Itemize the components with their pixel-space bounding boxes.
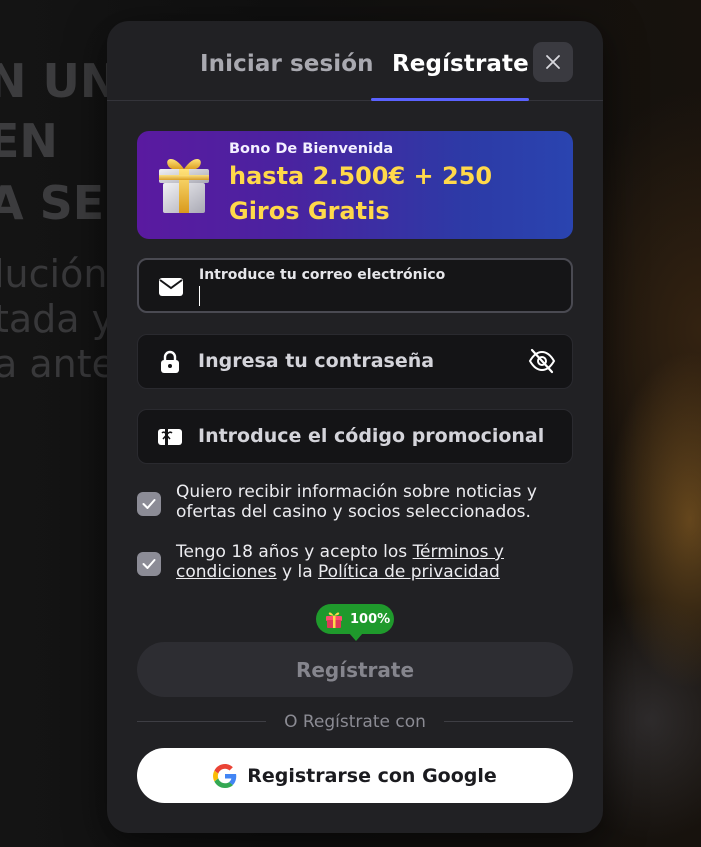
terms-middle: y la: [276, 562, 319, 582]
google-signup-button[interactable]: Registrarse con Google: [137, 748, 573, 803]
email-field-label: Introduce tu correo electrónico: [199, 267, 446, 283]
welcome-bonus-banner: Bono De Bienvenida hasta 2.500€ + 250 Gi…: [137, 131, 573, 239]
checkmark-icon: [142, 499, 156, 509]
register-modal: Iniciar sesión Regístrate Bono De Bienve…: [107, 21, 603, 833]
text-cursor: [199, 286, 200, 306]
background-subtext-line: a ante: [0, 342, 116, 386]
active-tab-indicator: [371, 98, 529, 101]
gift-icon: [159, 158, 209, 213]
close-button[interactable]: [533, 42, 573, 82]
consent-terms-text: Tengo 18 años y acepto los Términos y co…: [176, 542, 571, 582]
gift-icon: [326, 612, 342, 628]
lock-icon: [156, 349, 184, 375]
toggle-password-visibility[interactable]: [528, 348, 556, 378]
promo-code-placeholder: Introduce el código promocional: [198, 425, 545, 447]
consent-news-checkbox[interactable]: [137, 492, 161, 516]
terms-prefix: Tengo 18 años y acepto los: [176, 542, 413, 562]
close-icon: [546, 55, 560, 69]
gift-card-icon: [156, 424, 184, 450]
bonus-small-label: Bono De Bienvenida: [229, 141, 394, 157]
tab-register[interactable]: Regístrate: [392, 51, 529, 77]
eye-slash-icon: [528, 348, 556, 374]
consent-news-text: Quiero recibir información sobre noticia…: [176, 482, 537, 522]
consent-terms-checkbox[interactable]: [137, 552, 161, 576]
promo-code-field[interactable]: Introduce el código promocional: [137, 409, 573, 464]
register-submit-button[interactable]: Regístrate: [137, 642, 573, 697]
privacy-link[interactable]: Política de privacidad: [318, 562, 500, 582]
bonus-progress-badge: 100%: [316, 604, 394, 641]
password-placeholder: Ingresa tu contraseña: [198, 350, 435, 372]
background-headline-line: N UN: [0, 54, 119, 108]
background-headline-line: EN: [0, 114, 58, 168]
background-headline-line: A SE: [0, 176, 105, 230]
password-field[interactable]: Ingresa tu contraseña: [137, 334, 573, 389]
envelope-icon: [157, 274, 185, 300]
progress-value: 100%: [350, 611, 391, 627]
checkmark-icon: [142, 559, 156, 569]
email-field[interactable]: Introduce tu correo electrónico: [137, 258, 573, 313]
bonus-main-text: hasta 2.500€ + 250 Giros Gratis: [229, 162, 493, 225]
auth-tabs: Iniciar sesión Regístrate: [107, 21, 603, 101]
divider-text: O Regístrate con: [284, 712, 426, 732]
google-icon: [213, 763, 237, 788]
tab-login[interactable]: Iniciar sesión: [200, 51, 374, 77]
background-subtext-line: lución: [0, 252, 108, 296]
background-subtext-line: tada y: [0, 297, 115, 341]
google-signup-label: Registrarse con Google: [247, 764, 497, 787]
